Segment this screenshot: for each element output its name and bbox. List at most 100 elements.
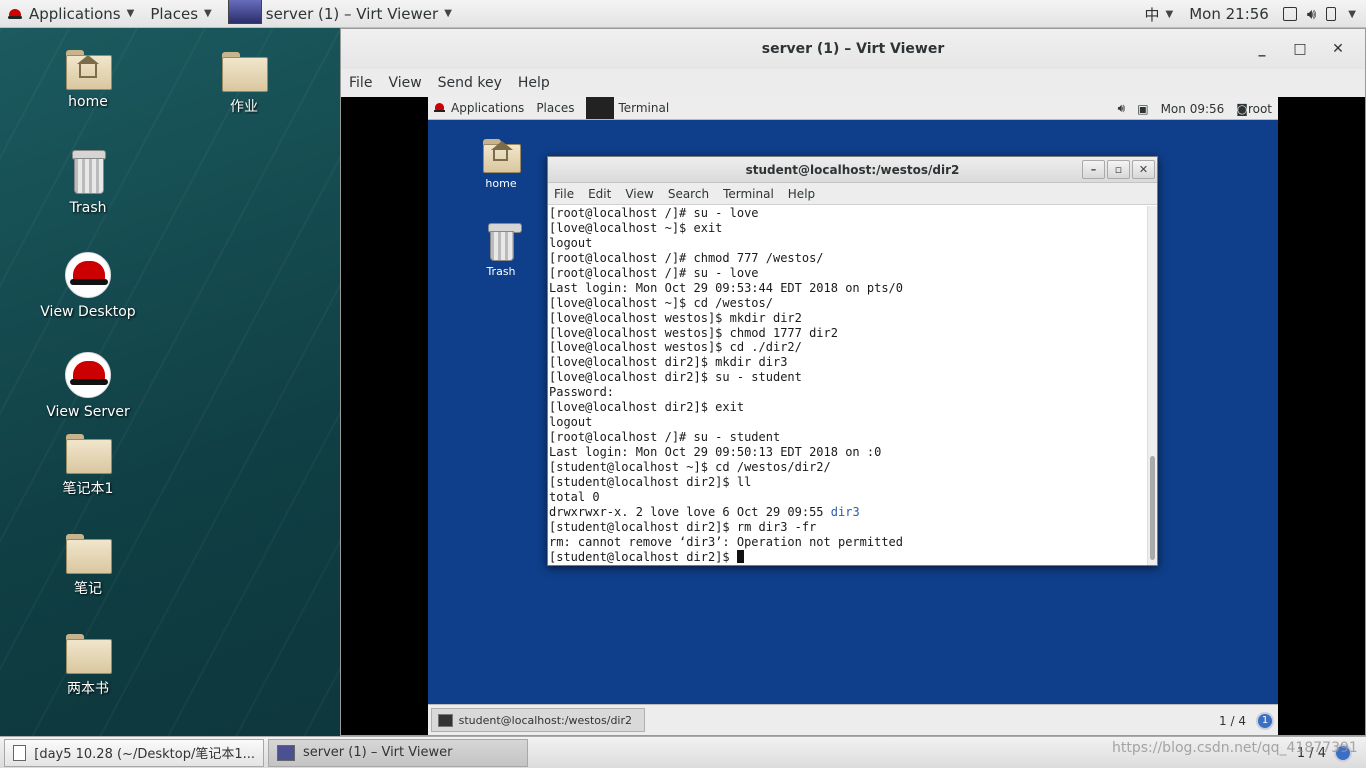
network-icon[interactable]: ▣: [1131, 102, 1154, 116]
host-window-menu[interactable]: server (1) – Virt Viewer ▼: [220, 0, 460, 28]
input-method-label: 中: [1144, 5, 1160, 24]
guest-desktop-icon-home[interactable]: home: [466, 139, 536, 190]
virt-viewer-title: server (1) – Virt Viewer: [761, 41, 945, 57]
screen-icon[interactable]: [1282, 7, 1297, 21]
terminal-line: [root@localhost /]# su - love: [549, 265, 759, 280]
guest-pager-label: 1 / 4: [1219, 713, 1246, 728]
terminal-line: total 0: [549, 489, 600, 504]
host-top-panel: Applications ▼ Places ▼ server (1) – Vir…: [0, 0, 1366, 28]
terminal-prompt: [student@localhost dir2]$: [549, 549, 737, 564]
host-clock-label: Mon 21:56: [1189, 5, 1269, 23]
guest-task-label: student@localhost:/westos/dir2: [458, 713, 632, 727]
host-task-virt-viewer[interactable]: server (1) – Virt Viewer: [268, 738, 528, 767]
desktop-icon-trash[interactable]: Trash: [28, 150, 148, 216]
terminal-line: [love@localhost westos]$ mkdir dir2: [549, 310, 802, 325]
redhat-logo-icon: [65, 352, 111, 398]
guest-terminal-app[interactable]: Terminal: [580, 97, 675, 119]
guest-icon-label: Trash: [486, 265, 516, 278]
terminal-line: [love@localhost ~]$ exit: [549, 220, 723, 235]
terminal-titlebar[interactable]: student@localhost:/westos/dir2 – ▫ ✕: [548, 157, 1157, 183]
terminal-scrollbar[interactable]: [1147, 206, 1157, 565]
terminal-close-button[interactable]: ✕: [1132, 160, 1155, 179]
terminal-line: [love@localhost dir2]$ su - student: [549, 370, 802, 385]
terminal-menu-help[interactable]: Help: [788, 187, 815, 201]
terminal-output[interactable]: [root@localhost /]# su - love [love@loca…: [548, 206, 1148, 565]
guest-top-panel: Applications Places Terminal 🔊︎ ▣ Mon 09…: [428, 97, 1278, 120]
terminal-line: [student@localhost dir2]$ ll: [549, 474, 752, 489]
monitor-icon: [277, 744, 295, 761]
guest-desktop[interactable]: Applications Places Terminal 🔊︎ ▣ Mon 09…: [428, 97, 1278, 735]
desktop-icon-notebook1[interactable]: 笔记本1: [28, 434, 148, 498]
host-applications-menu[interactable]: Applications ▼: [0, 0, 142, 28]
virt-viewer-window: server (1) – Virt Viewer _ □ ✕ File View…: [340, 28, 1366, 736]
menu-view[interactable]: View: [388, 75, 421, 91]
guest-places-menu[interactable]: Places: [530, 101, 580, 115]
guest-user-menu[interactable]: ◙ root: [1230, 102, 1278, 116]
terminal-line: Password:: [549, 385, 615, 400]
terminal-icon: [438, 713, 453, 727]
guest-task-terminal[interactable]: student@localhost:/westos/dir2: [431, 708, 645, 732]
vm-display[interactable]: Applications Places Terminal 🔊︎ ▣ Mon 09…: [341, 97, 1365, 735]
guest-places-label: Places: [536, 101, 575, 115]
guest-workspace-pager[interactable]: 1 / 4 1: [1219, 705, 1274, 736]
desktop-icon-label: View Desktop: [40, 304, 136, 320]
menu-file[interactable]: File: [349, 75, 372, 91]
system-menu-chevron-icon[interactable]: ▼: [1348, 9, 1356, 20]
virt-viewer-titlebar[interactable]: server (1) – Virt Viewer _ □ ✕: [341, 29, 1365, 69]
desktop-icon-home[interactable]: home: [28, 50, 148, 110]
host-window-title: server (1) – Virt Viewer: [265, 4, 439, 23]
desktop-icon-view-desktop[interactable]: View Desktop: [28, 252, 148, 320]
terminal-menu-view[interactable]: View: [625, 187, 653, 201]
menu-send-key[interactable]: Send key: [438, 75, 502, 91]
terminal-line: [love@localhost westos]$ cd ./dir2/: [549, 340, 802, 355]
redhat-logo-icon: [65, 252, 111, 298]
terminal-maximize-button[interactable]: ▫: [1107, 160, 1130, 179]
folder-icon: [66, 534, 112, 574]
terminal-line: [love@localhost dir2]$ mkdir dir3: [549, 355, 788, 370]
host-task-label: server (1) – Virt Viewer: [303, 745, 453, 760]
volume-icon[interactable]: 🔊︎: [1303, 0, 1320, 28]
terminal-line: [root@localhost /]# chmod 777 /westos/: [549, 250, 824, 265]
terminal-menu-terminal[interactable]: Terminal: [723, 187, 774, 201]
terminal-cursor: [736, 549, 744, 563]
scrollbar-thumb[interactable]: [1150, 456, 1155, 560]
chevron-down-icon: ▼: [204, 8, 212, 19]
workspace-indicator-icon[interactable]: 1: [1256, 711, 1274, 730]
terminal-title: student@localhost:/westos/dir2: [745, 162, 960, 177]
desktop-icon-homework[interactable]: 作业: [184, 52, 304, 116]
close-button[interactable]: ✕: [1319, 41, 1357, 57]
host-clock[interactable]: Mon 21:56: [1181, 0, 1277, 28]
battery-icon[interactable]: [1326, 7, 1337, 21]
guest-applications-menu[interactable]: Applications: [428, 101, 530, 115]
guest-desktop-icon-trash[interactable]: Trash: [466, 223, 536, 278]
home-folder-icon: [483, 139, 521, 173]
desktop-icon-label: home: [68, 94, 108, 110]
volume-icon[interactable]: 🔊︎: [1112, 101, 1132, 116]
terminal-menu-file[interactable]: File: [554, 187, 574, 201]
minimize-button[interactable]: _: [1243, 41, 1281, 57]
terminal-menu-search[interactable]: Search: [668, 187, 709, 201]
terminal-minimize-button[interactable]: –: [1082, 160, 1105, 179]
terminal-line: [love@localhost dir2]$ exit: [549, 400, 745, 415]
maximize-button[interactable]: □: [1281, 41, 1319, 57]
desktop-icon-label: 笔记: [74, 581, 102, 597]
terminal-menubar: File Edit View Search Terminal Help: [548, 183, 1157, 205]
redhat-icon: [8, 8, 22, 20]
host-places-label: Places: [150, 4, 199, 23]
desktop-icon-notes[interactable]: 笔记: [28, 534, 148, 598]
desktop-icon-two-books[interactable]: 两本书: [28, 634, 148, 698]
guest-taskbar: student@localhost:/westos/dir2 1 / 4 1: [428, 704, 1278, 735]
terminal-prompt-line[interactable]: [student@localhost dir2]$: [549, 549, 1148, 565]
host-places-menu[interactable]: Places ▼: [142, 0, 219, 28]
terminal-icon: [586, 97, 615, 119]
desktop-icon-label: 作业: [230, 99, 258, 115]
chevron-down-icon: ▼: [444, 8, 452, 19]
host-task-editor[interactable]: [day5 10.28 (~/Desktop/笔记本1...: [4, 738, 264, 767]
desktop-icon-view-server[interactable]: View Server: [28, 352, 148, 420]
terminal-menu-edit[interactable]: Edit: [588, 187, 611, 201]
guest-terminal-label: Terminal: [618, 101, 670, 115]
terminal-line: Last login: Mon Oct 29 09:50:13 EDT 2018…: [549, 445, 882, 459]
guest-clock[interactable]: Mon 09:56: [1155, 102, 1231, 116]
menu-help[interactable]: Help: [518, 75, 550, 91]
input-method-indicator[interactable]: 中 ▼: [1137, 0, 1182, 28]
